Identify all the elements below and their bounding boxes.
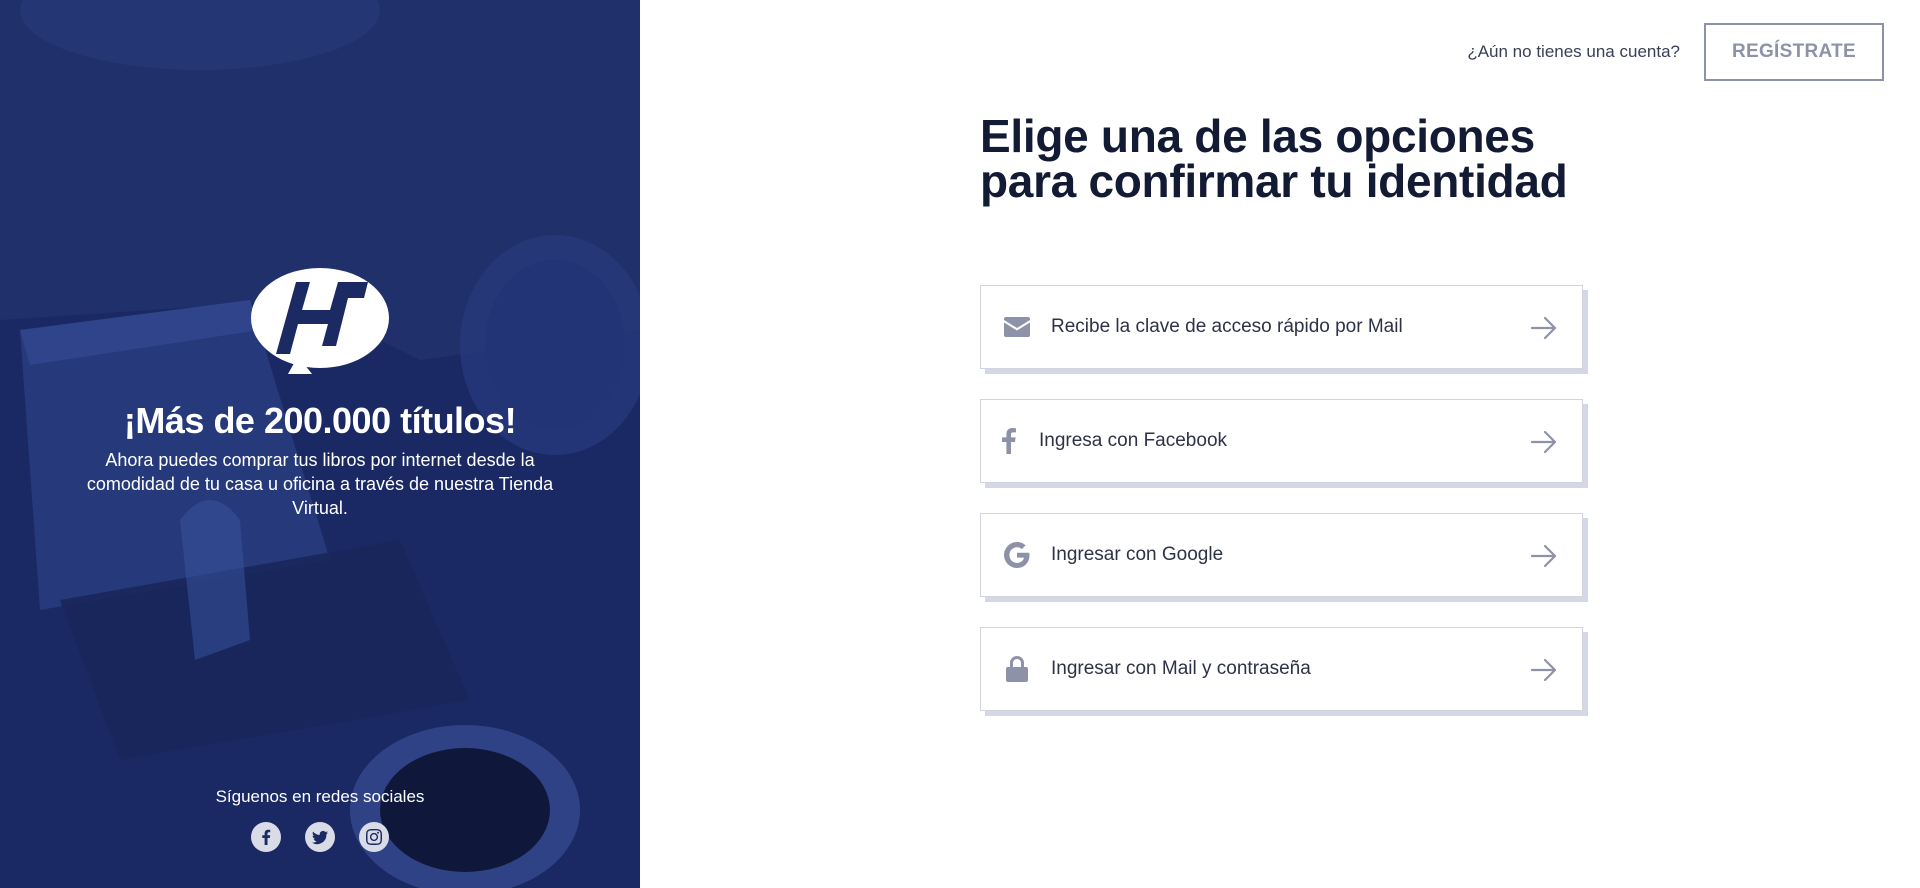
option-facebook-login[interactable]: Ingresa con Facebook [980,399,1583,483]
arrow-right-icon [1530,658,1558,682]
option-mail-password-login[interactable]: Ingresar con Mail y contraseña [980,627,1583,711]
option-label: Recibe la clave de acceso rápido por Mai… [1051,316,1403,337]
register-button[interactable]: REGÍSTRATE [1704,23,1884,81]
twitter-social-button[interactable] [305,822,335,852]
facebook-social-button[interactable] [251,822,281,852]
instagram-icon [366,829,382,845]
option-label: Ingresar con Google [1051,544,1224,565]
envelope-icon [1003,313,1031,341]
promo-block: ¡Más de 200.000 títulos! Ahora puedes co… [0,268,640,520]
twitter-icon [312,830,328,845]
social-icons [0,822,640,852]
arrow-right-icon [1530,430,1558,454]
lock-icon [1003,655,1031,683]
arrow-right-icon [1530,544,1558,568]
facebook-icon [999,427,1019,455]
no-account-prompt: ¿Aún no tienes una cuenta? [1467,42,1680,61]
arrow-right-icon [1530,316,1558,340]
option-mail-quick-access[interactable]: Recibe la clave de acceso rápido por Mai… [980,285,1583,369]
brand-logo [251,268,389,374]
facebook-icon [262,829,271,845]
social-label: Síguenos en redes sociales [215,787,425,806]
page-title: Elige una de las opciones para confirmar… [980,110,1568,207]
social-section: Síguenos en redes sociales [0,786,640,852]
promo-title: ¡Más de 200.000 títulos! [123,400,517,441]
left-promo-panel: ¡Más de 200.000 títulos! Ahora puedes co… [0,0,640,888]
option-google-login[interactable]: Ingresar con Google [980,513,1583,597]
option-label: Ingresar con Mail y contraseña [1051,658,1311,679]
promo-text: Ahora puedes comprar tus libros por inte… [86,450,554,518]
google-icon [1003,541,1031,569]
option-label: Ingresa con Facebook [1039,430,1228,451]
login-options-list: Recibe la clave de acceso rápido por Mai… [980,285,1585,741]
top-bar: ¿Aún no tienes una cuenta? REGÍSTRATE [1467,23,1884,81]
instagram-social-button[interactable] [359,822,389,852]
